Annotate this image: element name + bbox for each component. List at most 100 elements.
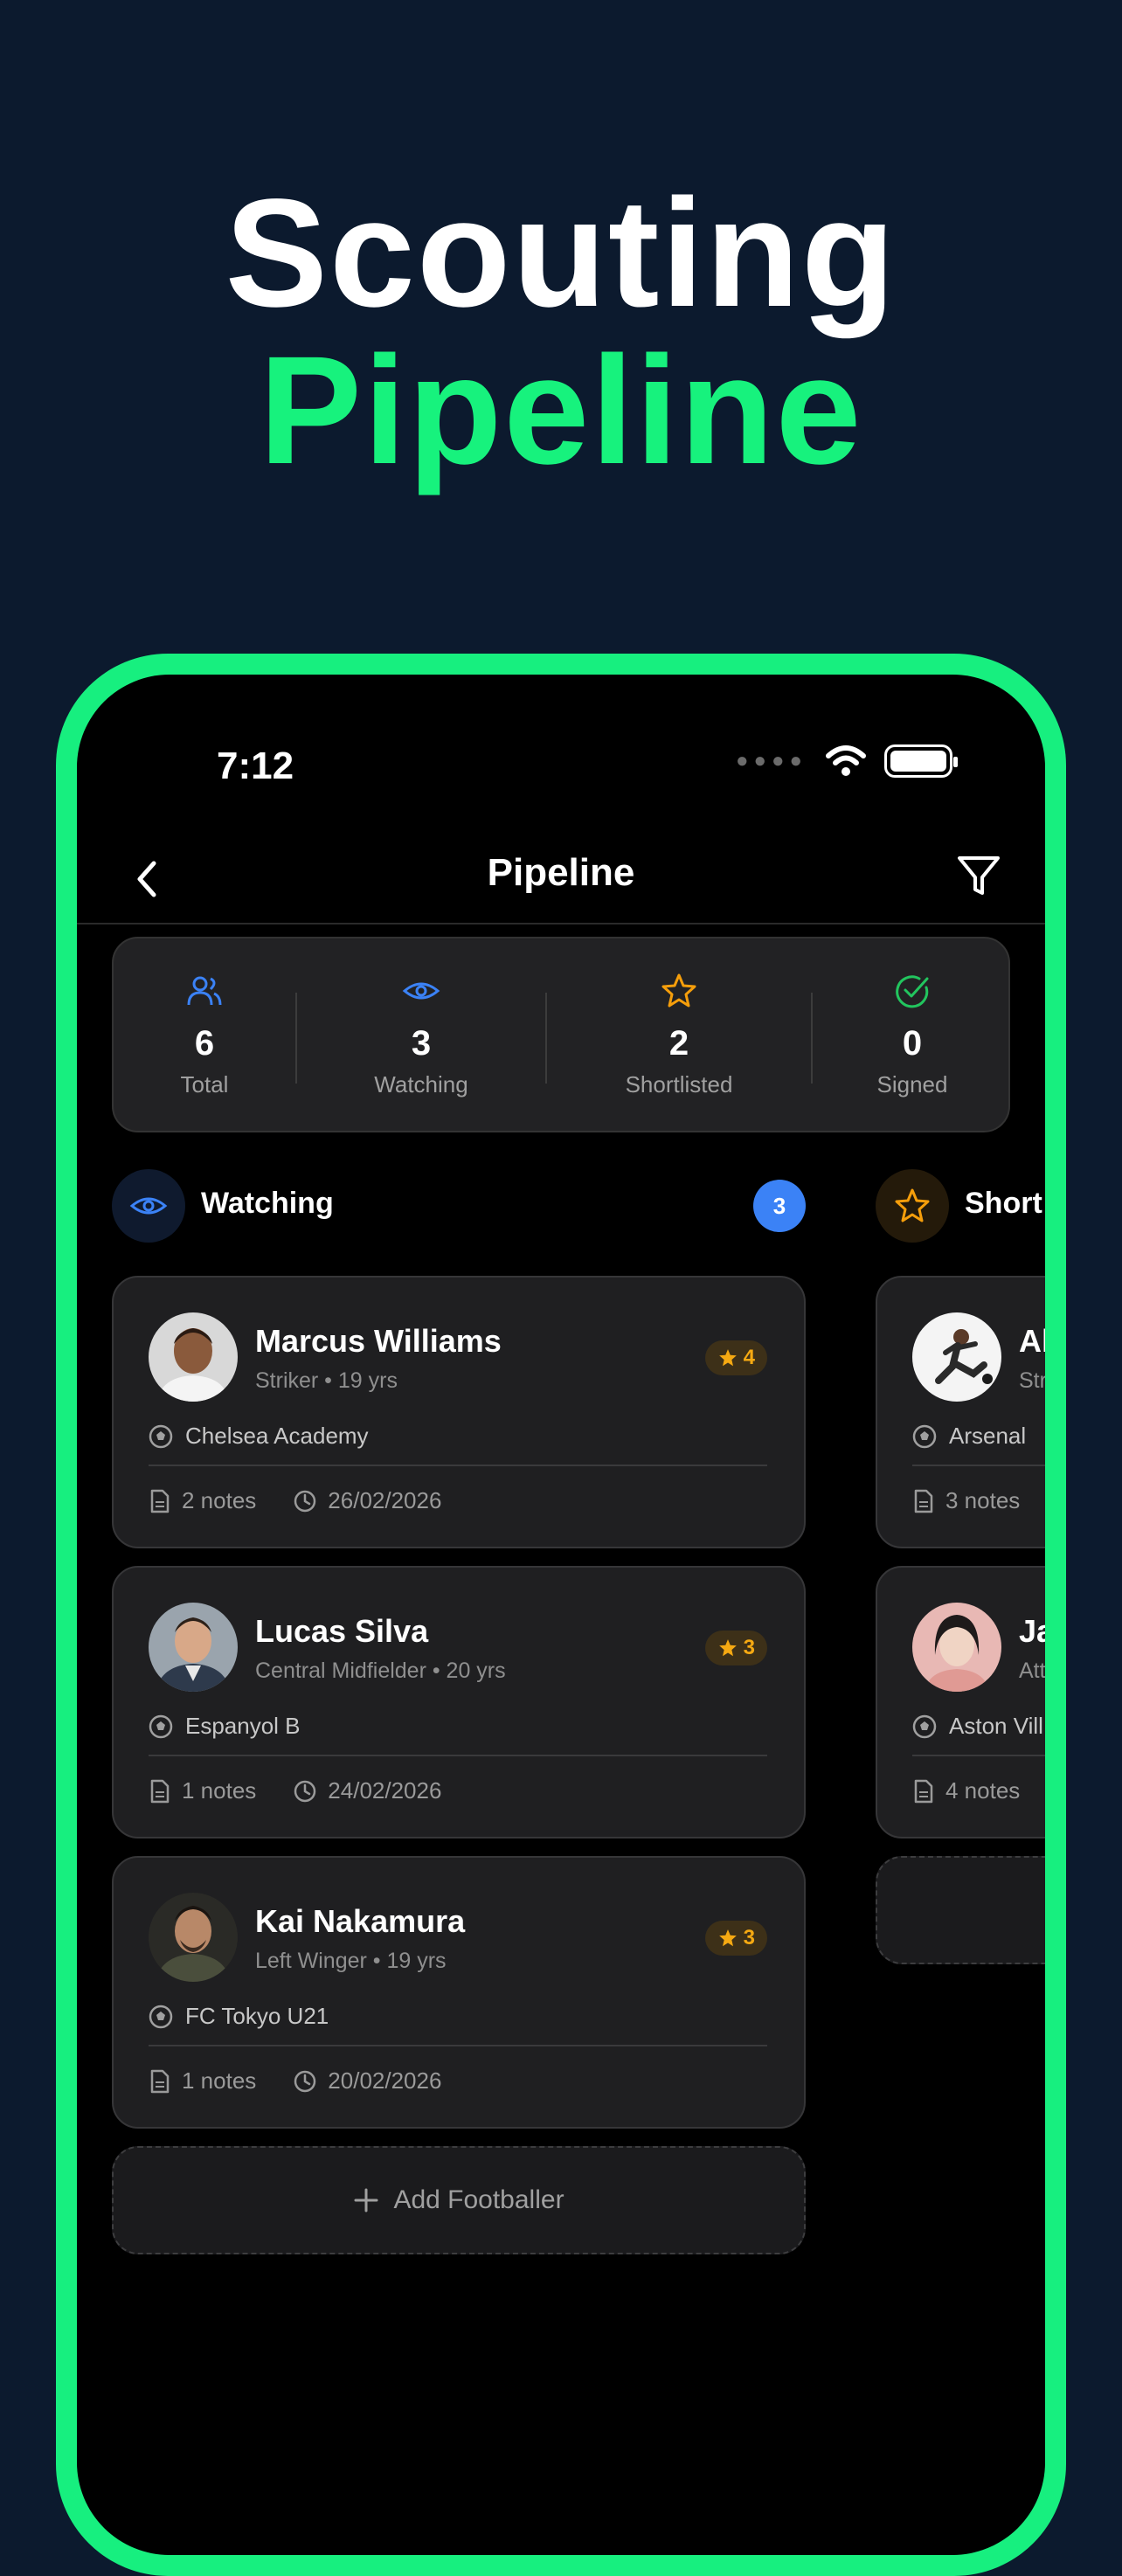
notes-count: 2 notes — [182, 1487, 257, 1513]
count-badge: 3 — [753, 1180, 806, 1232]
avatar — [149, 1603, 238, 1692]
eye-icon — [402, 982, 440, 1000]
column-header-watching[interactable]: Watching 3 — [112, 1169, 806, 1243]
player-meta: Att — [1019, 1658, 1045, 1683]
column-title: Watching — [201, 1187, 334, 1220]
stat-number: 6 — [194, 1024, 215, 1063]
player-meta: Left Winger • 19 yrs — [255, 1949, 447, 1973]
card-footer: 1 notes 20/02/2026 — [149, 2067, 478, 2095]
hero-line-2: Pipeline — [259, 325, 863, 496]
users-icon — [187, 976, 222, 1006]
card-footer: 3 notes — [912, 1487, 1045, 1514]
stat-label: Signed — [876, 1071, 948, 1098]
hero-headline: Scouting Pipeline — [0, 175, 1122, 489]
football-icon — [912, 1714, 937, 1738]
rating-value: 3 — [743, 1636, 755, 1659]
column-icon — [876, 1169, 949, 1243]
player-card[interactable]: Marcus Williams Striker • 19 yrs 4 Chels… — [112, 1276, 806, 1548]
player-meta: Striker • 19 yrs — [255, 1368, 398, 1393]
star-filled-icon — [718, 1349, 737, 1367]
club: Arsenal — [912, 1423, 1026, 1450]
column-title: Short — [965, 1187, 1042, 1220]
club: FC Tokyo U21 — [149, 2003, 329, 2030]
football-icon — [149, 1424, 173, 1448]
player-name: Marcus Williams — [255, 1323, 502, 1359]
document-icon — [914, 1489, 933, 1513]
club: Espanyol B — [149, 1713, 301, 1740]
stat-watching: 3 Watching — [297, 938, 545, 1131]
football-icon — [912, 1424, 937, 1448]
avatar — [912, 1312, 1001, 1402]
player-name: Al — [1019, 1323, 1045, 1359]
document-icon — [150, 1489, 170, 1513]
add-footballer-button[interactable]: Add Footballer — [112, 2146, 806, 2254]
avatar — [912, 1603, 1001, 1692]
page-title: Pipeline — [487, 851, 635, 894]
status-time: 7:12 — [217, 744, 294, 787]
card-footer: 2 notes 26/02/2026 — [149, 1487, 478, 1514]
clock-icon — [294, 1780, 316, 1802]
divider — [149, 2045, 767, 2046]
last-updated: 26/02/2026 — [328, 1487, 442, 1513]
eye-icon — [129, 1197, 168, 1215]
stat-number: 0 — [902, 1024, 923, 1063]
signal-dots-icon: ●●●● — [736, 749, 807, 772]
rating-badge: 4 — [704, 1340, 767, 1375]
rating-value: 3 — [743, 1926, 755, 1949]
check-circle-icon — [896, 975, 929, 1008]
stat-label: Total — [180, 1071, 229, 1098]
add-footballer-button[interactable] — [876, 1856, 1045, 1964]
wifi-icon — [826, 745, 866, 776]
club-name: Chelsea Academy — [185, 1423, 369, 1449]
stat-shortlisted: 2 Shortlisted — [547, 938, 811, 1131]
plus-icon — [354, 2188, 378, 2212]
rating-value: 4 — [743, 1346, 755, 1369]
column-header-shortlisted[interactable]: Short — [876, 1169, 1045, 1243]
player-card[interactable]: Ja Att Aston Vill 4 notes — [876, 1566, 1045, 1839]
avatar — [149, 1893, 238, 1982]
rating-badge: 3 — [704, 1921, 767, 1956]
card-footer: 1 notes 24/02/2026 — [149, 1777, 478, 1804]
divider — [912, 1755, 1045, 1756]
hero-line-1: Scouting — [225, 168, 897, 339]
player-card[interactable]: Lucas Silva Central Midfielder • 20 yrs … — [112, 1566, 806, 1839]
document-icon — [914, 1779, 933, 1803]
stat-signed: 0 Signed — [813, 938, 1012, 1131]
document-icon — [150, 2069, 170, 2093]
last-updated: 24/02/2026 — [328, 1777, 442, 1804]
player-name: Ja — [1019, 1613, 1045, 1649]
player-meta: Str — [1019, 1368, 1045, 1393]
card-footer: 4 notes — [912, 1777, 1045, 1804]
notes-count: 1 notes — [182, 2067, 257, 2094]
player-meta: Central Midfielder • 20 yrs — [255, 1658, 506, 1683]
club-name: Aston Vill — [949, 1713, 1043, 1739]
nav-bar: Pipeline — [77, 834, 1045, 924]
star-icon — [895, 1188, 930, 1222]
player-name: Kai Nakamura — [255, 1903, 466, 1939]
filter-icon[interactable] — [954, 851, 1003, 900]
divider — [149, 1755, 767, 1756]
football-icon — [149, 2005, 173, 2028]
star-filled-icon — [718, 1929, 737, 1947]
star-icon — [661, 973, 696, 1008]
clock-icon — [294, 2070, 316, 2092]
notes-count: 1 notes — [182, 1777, 257, 1804]
stat-total: 6 Total — [114, 938, 295, 1131]
divider — [149, 1465, 767, 1466]
status-icons: ●●●● — [736, 744, 958, 778]
football-icon — [149, 1714, 173, 1738]
club-name: Arsenal — [949, 1423, 1027, 1449]
player-card[interactable]: Kai Nakamura Left Winger • 19 yrs 3 FC T… — [112, 1856, 806, 2129]
star-filled-icon — [718, 1639, 737, 1657]
avatar — [149, 1312, 238, 1402]
club-name: Espanyol B — [185, 1713, 301, 1739]
rating-badge: 3 — [704, 1631, 767, 1665]
stat-number: 3 — [411, 1024, 432, 1063]
notes-count: 3 notes — [945, 1487, 1021, 1513]
phone-frame: 7:12 ●●●● Pipeline 6 Total 3 Watching 2 … — [56, 654, 1066, 2576]
notes-count: 4 notes — [945, 1777, 1021, 1804]
player-card[interactable]: Al Str Arsenal 3 notes — [876, 1276, 1045, 1548]
divider — [912, 1465, 1045, 1466]
club-name: FC Tokyo U21 — [185, 2003, 329, 2029]
stat-number: 2 — [668, 1024, 689, 1063]
